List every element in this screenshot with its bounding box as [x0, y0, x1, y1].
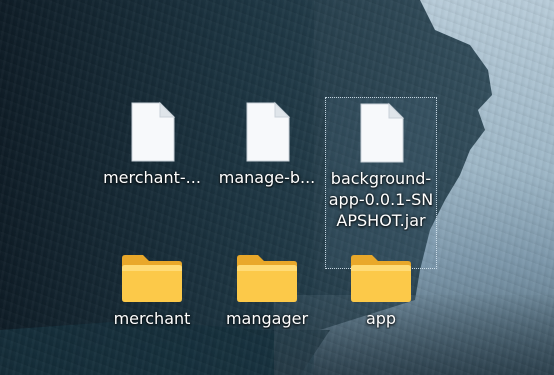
- desktop-icon-merchant-file[interactable]: merchant-...: [96, 101, 208, 188]
- desktop-icon-app-folder[interactable]: app: [325, 252, 437, 329]
- desktop[interactable]: merchant-... manage-b... background-app-…: [0, 0, 554, 375]
- file-icon: [131, 101, 176, 162]
- folder-icon: [122, 255, 182, 302]
- desktop-icon-label: manage-b...: [218, 168, 316, 187]
- file-icon: [360, 102, 405, 163]
- desktop-icon-background-app-jar[interactable]: background-app-0.0.1-SNAPSHOT.jar: [325, 97, 437, 269]
- desktop-icon-label: app: [365, 309, 397, 328]
- desktop-icon-label: merchant-...: [103, 168, 201, 187]
- desktop-icon-label: mangager: [225, 309, 309, 328]
- folder-icon: [237, 255, 297, 302]
- desktop-icon-label: merchant: [113, 309, 191, 328]
- file-icon: [246, 101, 291, 162]
- desktop-icon-label: background-app-0.0.1-SNAPSHOT.jar: [328, 169, 434, 230]
- desktop-icon-manage-file[interactable]: manage-b...: [211, 101, 323, 188]
- folder-icon: [351, 255, 411, 302]
- desktop-icon-merchant-folder[interactable]: merchant: [96, 252, 208, 329]
- desktop-icon-mangager-folder[interactable]: mangager: [211, 252, 323, 329]
